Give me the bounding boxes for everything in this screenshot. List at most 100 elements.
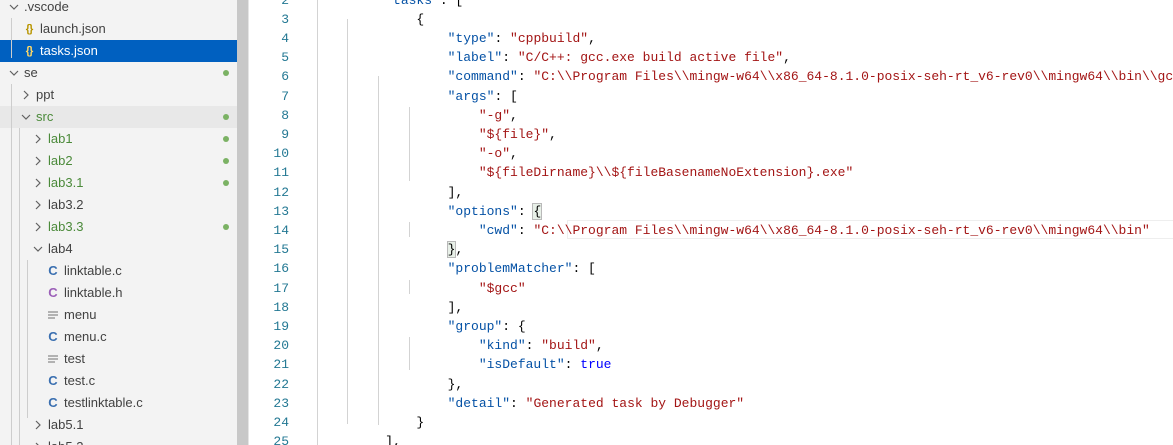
json-punctuation — [354, 396, 448, 411]
chevron-down-icon[interactable] — [8, 62, 20, 84]
tree-item-label: linktable.c — [64, 263, 122, 278]
json-punctuation: : — [564, 357, 581, 373]
line-number: 11 — [273, 165, 289, 181]
tree-item-label: src — [36, 109, 54, 124]
json-punctuation: } — [354, 414, 425, 430]
tree-folder-lab1[interactable]: lab1 — [0, 128, 237, 150]
line-number: 2 — [281, 0, 289, 8]
json-string: "-o" — [478, 146, 511, 162]
line-number: 8 — [281, 107, 289, 123]
code-line[interactable]: 4 "type": "cppbuild", — [249, 29, 1173, 48]
code-line[interactable]: 20 "kind": "build", — [249, 336, 1173, 355]
tree-file-test[interactable]: test — [0, 348, 237, 370]
tree-item-label: menu.c — [64, 329, 107, 344]
code-editor[interactable]: 2 "tasks": [3 {4 "type": "cppbuild", 5 "l… — [249, 0, 1173, 445]
tree-file-menu-c[interactable]: Cmenu.c — [0, 326, 237, 348]
json-key: "isDefault" — [478, 357, 565, 373]
code-line[interactable]: 21 "isDefault": true — [249, 355, 1173, 374]
chevron-down-icon[interactable] — [20, 106, 32, 128]
tree-file-launch-json[interactable]: {} launch.json — [0, 18, 237, 40]
tree-item-label: lab3.1 — [48, 175, 84, 190]
tree-file-menu[interactable]: menu — [0, 304, 237, 326]
json-punctuation: { — [354, 11, 425, 27]
json-string: "${file}" — [478, 126, 550, 142]
code-line[interactable]: 19 "group": { — [249, 317, 1173, 336]
tree-folder-lab4[interactable]: lab4 — [0, 238, 237, 260]
chevron-down-icon[interactable] — [8, 0, 20, 18]
chevron-right-icon[interactable] — [32, 414, 44, 436]
code-line[interactable]: 14 "cwd": "C:\\Program Files\\mingw-w64\… — [249, 221, 1173, 240]
tree-folder-lab2[interactable]: lab2 — [0, 150, 237, 172]
tree-file-tasks-json[interactable]: {} tasks.json — [0, 40, 237, 62]
tree-file-testlinktable-c[interactable]: Ctestlinktable.c — [0, 392, 237, 414]
git-modified-dot-icon — [223, 114, 229, 120]
code-line[interactable]: 18 ], — [249, 298, 1173, 317]
code-line[interactable]: 11 "${fileDirname}\\${fileBasenameNoExte… — [249, 163, 1173, 182]
code-line[interactable]: 22 }, — [249, 375, 1173, 394]
code-line[interactable]: 2 "tasks": [ — [249, 0, 1173, 10]
explorer-scrollbar[interactable] — [237, 0, 248, 445]
tree-folder-se[interactable]: se — [0, 62, 237, 84]
code-line[interactable]: 16 "problemMatcher": [ — [249, 259, 1173, 278]
code-line[interactable]: 5 "label": "C/C++: gcc.exe build active … — [249, 48, 1173, 67]
code-line[interactable]: 12 ], — [249, 183, 1173, 202]
code-line[interactable]: 9 "${file}", — [249, 125, 1173, 144]
c-file-icon: C — [48, 263, 58, 278]
chevron-right-icon[interactable] — [32, 216, 44, 238]
code-text: "group": { — [354, 317, 526, 336]
code-line[interactable]: 7 "args": [ — [249, 87, 1173, 106]
code-text: }, — [354, 240, 463, 259]
code-line[interactable]: 13 "options": { — [249, 202, 1173, 221]
line-number: 13 — [273, 203, 289, 219]
json-punctuation: , — [783, 50, 791, 66]
chevron-right-icon[interactable] — [32, 194, 44, 216]
line-number: 22 — [273, 376, 289, 392]
chevron-right-icon[interactable] — [32, 436, 44, 445]
git-modified-dot-icon — [223, 158, 229, 164]
code-line[interactable]: 8 "-g", — [249, 106, 1173, 125]
tree-folder-lab3-1[interactable]: lab3.1 — [0, 172, 237, 194]
chevron-right-icon[interactable] — [32, 128, 44, 150]
tree-file-test-c[interactable]: Ctest.c — [0, 370, 237, 392]
code-line[interactable]: 3 { — [249, 10, 1173, 29]
matched-bracket: { — [532, 202, 543, 220]
code-line[interactable]: 24 } — [249, 413, 1173, 432]
tree-item-label: test.c — [64, 373, 96, 388]
tree-item-label: lab1 — [48, 131, 73, 146]
tree-folder-lab5-1[interactable]: lab5.1 — [0, 414, 237, 436]
json-string: "C:\\Program Files\\mingw-w64\\x86_64-8.… — [533, 222, 1150, 238]
tree-file-linktable-c[interactable]: Clinktable.c — [0, 260, 237, 282]
tree-folder-lab5-2[interactable]: lab5.2 — [0, 436, 237, 445]
chevron-right-icon[interactable] — [32, 172, 44, 194]
tree-file-linktable-h[interactable]: Clinktable.h — [0, 282, 237, 304]
tree-folder--vscode[interactable]: .vscode — [0, 0, 237, 18]
line-number: 4 — [281, 30, 289, 46]
json-punctuation — [354, 338, 479, 353]
json-punctuation — [354, 242, 448, 257]
code-line[interactable]: 17 "$gcc" — [249, 279, 1173, 298]
line-number: 23 — [273, 395, 289, 411]
chevron-right-icon[interactable] — [32, 150, 44, 172]
c-file-icon: C — [48, 395, 58, 410]
code-text: "${fileDirname}\\${fileBasenameNoExtensi… — [354, 163, 853, 182]
tree-folder-src[interactable]: src — [0, 106, 237, 128]
chevron-right-icon[interactable] — [20, 84, 32, 106]
code-text: "tasks": [ — [354, 0, 463, 10]
code-line[interactable]: 23 "detail": "Generated task by Debugger… — [249, 394, 1173, 413]
chevron-down-icon[interactable] — [32, 238, 44, 260]
code-line[interactable]: 25 ], — [249, 432, 1173, 445]
json-string: "${fileDirname}\\${fileBasenameNoExtensi… — [478, 165, 854, 181]
tree-folder-ppt[interactable]: ppt — [0, 84, 237, 106]
json-punctuation: : — [517, 222, 534, 238]
code-text: "kind": "build", — [354, 336, 604, 355]
json-punctuation — [354, 31, 448, 46]
code-text: ], — [354, 432, 401, 445]
tree-folder-lab3-2[interactable]: lab3.2 — [0, 194, 237, 216]
code-line[interactable]: 10 "-o", — [249, 144, 1173, 163]
json-key: "tasks" — [385, 0, 440, 8]
code-line[interactable]: 15 }, — [249, 240, 1173, 259]
tree-folder-lab3-3[interactable]: lab3.3 — [0, 216, 237, 238]
code-line[interactable]: 6 "command": "C:\\Program Files\\mingw-w… — [249, 67, 1173, 86]
json-punctuation: , — [455, 242, 464, 258]
code-text: "options": { — [354, 202, 543, 221]
